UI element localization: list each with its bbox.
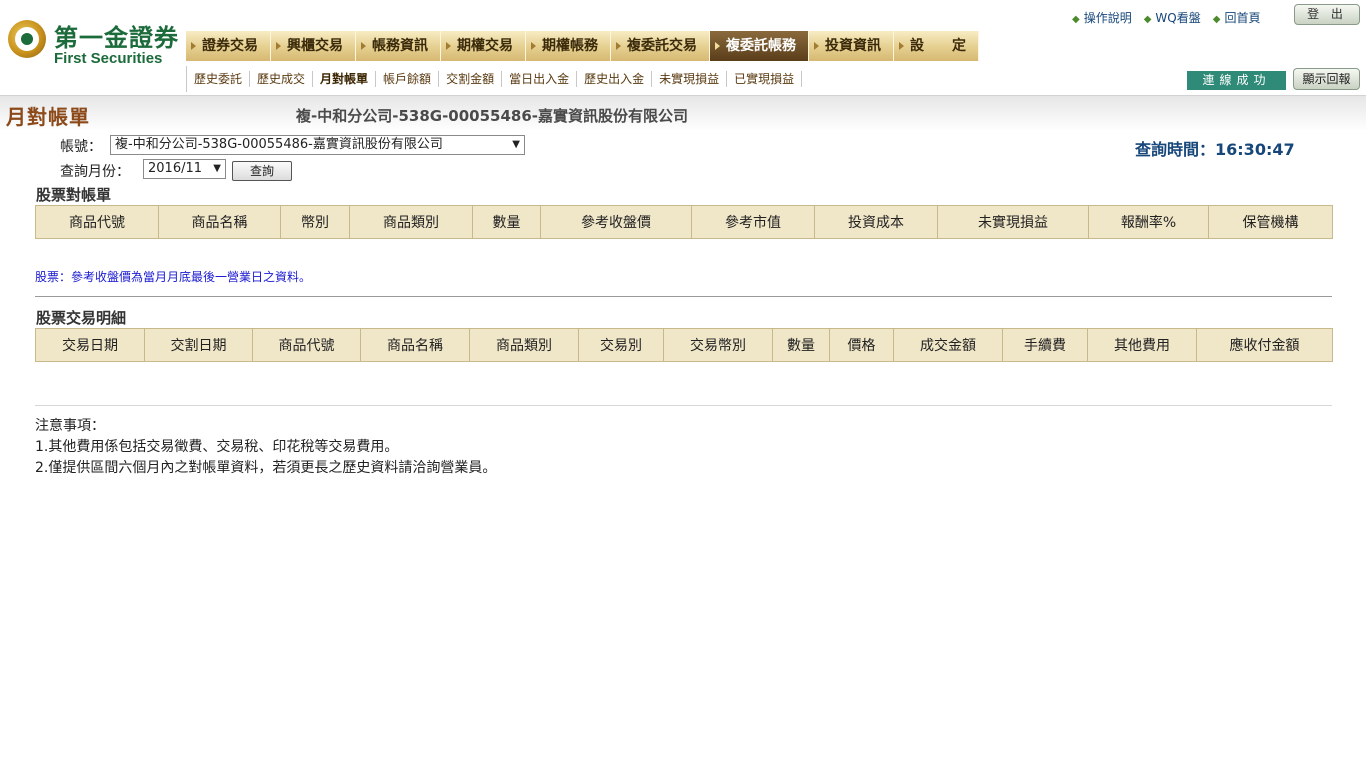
account-title: 複-中和分公司-538G-00055486-嘉實資訊股份有限公司: [296, 107, 689, 125]
account-select-value: 複-中和分公司-538G-00055486-嘉實資訊股份有限公司: [115, 137, 443, 152]
table-header-row: 交易日期 交割日期 商品代號 商品名稱 商品類別 交易別 交易幣別 數量 價格 …: [35, 328, 1333, 362]
column-header: 商品名稱: [360, 328, 470, 362]
query-time: 查詢時間：16:30:47: [1135, 140, 1295, 159]
column-header: 報酬率%: [1088, 205, 1209, 239]
column-header: 保管機構: [1208, 205, 1333, 239]
subnav-order-history[interactable]: 歷史委託: [187, 71, 251, 87]
show-reply-button[interactable]: 顯示回報: [1293, 68, 1360, 90]
logout-button[interactable]: 登 出: [1294, 4, 1360, 25]
subnav-settlement-amount[interactable]: 交割金額: [439, 71, 503, 87]
nav-settings[interactable]: 設 定: [894, 31, 979, 61]
stock-transactions-title: 股票交易明細: [36, 309, 127, 327]
subnav-daily-cashflow[interactable]: 當日出入金: [502, 71, 578, 87]
notes-title: 注意事項：: [35, 418, 105, 434]
top-link-help[interactable]: ◆ 操作說明: [1072, 9, 1132, 27]
nav-securities-trading[interactable]: 證券交易: [186, 31, 271, 61]
section-divider: [35, 405, 1332, 406]
month-label: 查詢月份：: [60, 164, 130, 180]
connection-status-badge: 連線成功: [1187, 71, 1286, 90]
column-header: 商品類別: [469, 328, 579, 362]
column-header: 交易日期: [35, 328, 145, 362]
column-header: 幣別: [280, 205, 350, 239]
top-link-home[interactable]: ◆ 回首頁: [1213, 9, 1261, 27]
note-item: 2.僅提供區間六個月內之對帳單資料，若須更長之歷史資料請洽詢營業員。: [35, 460, 497, 476]
nav-futures-trading[interactable]: 期權交易: [441, 31, 526, 61]
column-header: 價格: [829, 328, 894, 362]
column-header: 商品名稱: [158, 205, 281, 239]
section-divider: [35, 296, 1332, 297]
dropdown-caret-icon: ▼: [512, 139, 520, 150]
nav-sub-brokerage-account[interactable]: 複委託帳務: [710, 31, 809, 61]
main-nav: 證券交易 興櫃交易 帳務資訊 期權交易 期權帳務 複委託交易 複委託帳務 投資資…: [186, 31, 979, 61]
column-header: 交易別: [578, 328, 664, 362]
top-link-wq-quote[interactable]: ◆ WQ看盤: [1144, 9, 1201, 27]
stock-statement-table: 商品代號 商品名稱 幣別 商品類別 數量 參考收盤價 參考市值 投資成本 未實現…: [35, 205, 1333, 239]
column-header: 其他費用: [1087, 328, 1197, 362]
subnav-monthly-statement[interactable]: 月對帳單: [313, 71, 377, 87]
month-select-value: 2016/11: [148, 161, 203, 176]
stock-statement-note: 股票：參考收盤價為當月月底最後一營業日之資料。: [35, 270, 312, 284]
top-links: ◆ 操作說明 ◆ WQ看盤 ◆ 回首頁: [1072, 9, 1260, 27]
diamond-bullet-icon: ◆: [1072, 14, 1080, 25]
column-header: 成交金額: [893, 328, 1003, 362]
sub-nav: 歷史委託 歷史成交 月對帳單 帳戶餘額 交割金額 當日出入金 歷史出入金 未實現…: [186, 66, 803, 92]
notes: 注意事項： 1.其他費用係包括交易徵費、交易稅、印花稅等交易費用。 2.僅提供區…: [35, 416, 496, 479]
column-header: 參考市值: [691, 205, 815, 239]
stock-transactions-table: 交易日期 交割日期 商品代號 商品名稱 商品類別 交易別 交易幣別 數量 價格 …: [35, 328, 1333, 362]
nav-emerging-trading[interactable]: 興櫃交易: [271, 31, 356, 61]
subnav-unrealized-pnl[interactable]: 未實現損益: [652, 71, 728, 87]
brand-name-cn: 第一金證券: [54, 24, 179, 52]
account-select[interactable]: 複-中和分公司-538G-00055486-嘉實資訊股份有限公司 ▼: [110, 135, 525, 155]
subnav-fill-history[interactable]: 歷史成交: [250, 71, 314, 87]
brand-logo: 第一金證券 First Securities: [8, 18, 183, 74]
title-bar: 月對帳單 複-中和分公司-538G-00055486-嘉實資訊股份有限公司: [0, 95, 1366, 131]
nav-investment-info[interactable]: 投資資訊: [809, 31, 894, 61]
stock-statement-title: 股票對帳單: [36, 186, 112, 204]
nav-account-info[interactable]: 帳務資訊: [356, 31, 441, 61]
column-header: 交割日期: [144, 328, 253, 362]
column-header: 投資成本: [814, 205, 938, 239]
subnav-account-balance[interactable]: 帳戶餘額: [376, 71, 440, 87]
table-header-row: 商品代號 商品名稱 幣別 商品類別 數量 參考收盤價 參考市值 投資成本 未實現…: [35, 205, 1333, 239]
column-header: 商品代號: [252, 328, 361, 362]
subnav-realized-pnl[interactable]: 已實現損益: [727, 71, 803, 87]
account-label: 帳號：: [60, 139, 102, 155]
column-header: 數量: [472, 205, 541, 239]
dropdown-caret-icon: ▼: [213, 163, 221, 174]
nav-sub-brokerage-trading[interactable]: 複委託交易: [611, 31, 710, 61]
diamond-bullet-icon: ◆: [1212, 14, 1221, 25]
month-select[interactable]: 2016/11 ▼: [143, 159, 226, 179]
column-header: 應收付金額: [1196, 328, 1333, 362]
column-header: 商品類別: [349, 205, 473, 239]
brand-emblem-icon: [8, 20, 46, 58]
column-header: 參考收盤價: [540, 205, 692, 239]
page-title: 月對帳單: [6, 105, 90, 129]
brand-name-en: First Securities: [54, 50, 163, 67]
subnav-cashflow-history[interactable]: 歷史出入金: [577, 71, 653, 87]
column-header: 手續費: [1002, 328, 1088, 362]
nav-futures-account[interactable]: 期權帳務: [526, 31, 611, 61]
column-header: 未實現損益: [937, 205, 1089, 239]
query-button[interactable]: 查詢: [232, 161, 292, 181]
column-header: 交易幣別: [663, 328, 773, 362]
diamond-bullet-icon: ◆: [1143, 14, 1152, 25]
column-header: 數量: [772, 328, 830, 362]
column-header: 商品代號: [35, 205, 159, 239]
note-item: 1.其他費用係包括交易徵費、交易稅、印花稅等交易費用。: [35, 439, 399, 455]
